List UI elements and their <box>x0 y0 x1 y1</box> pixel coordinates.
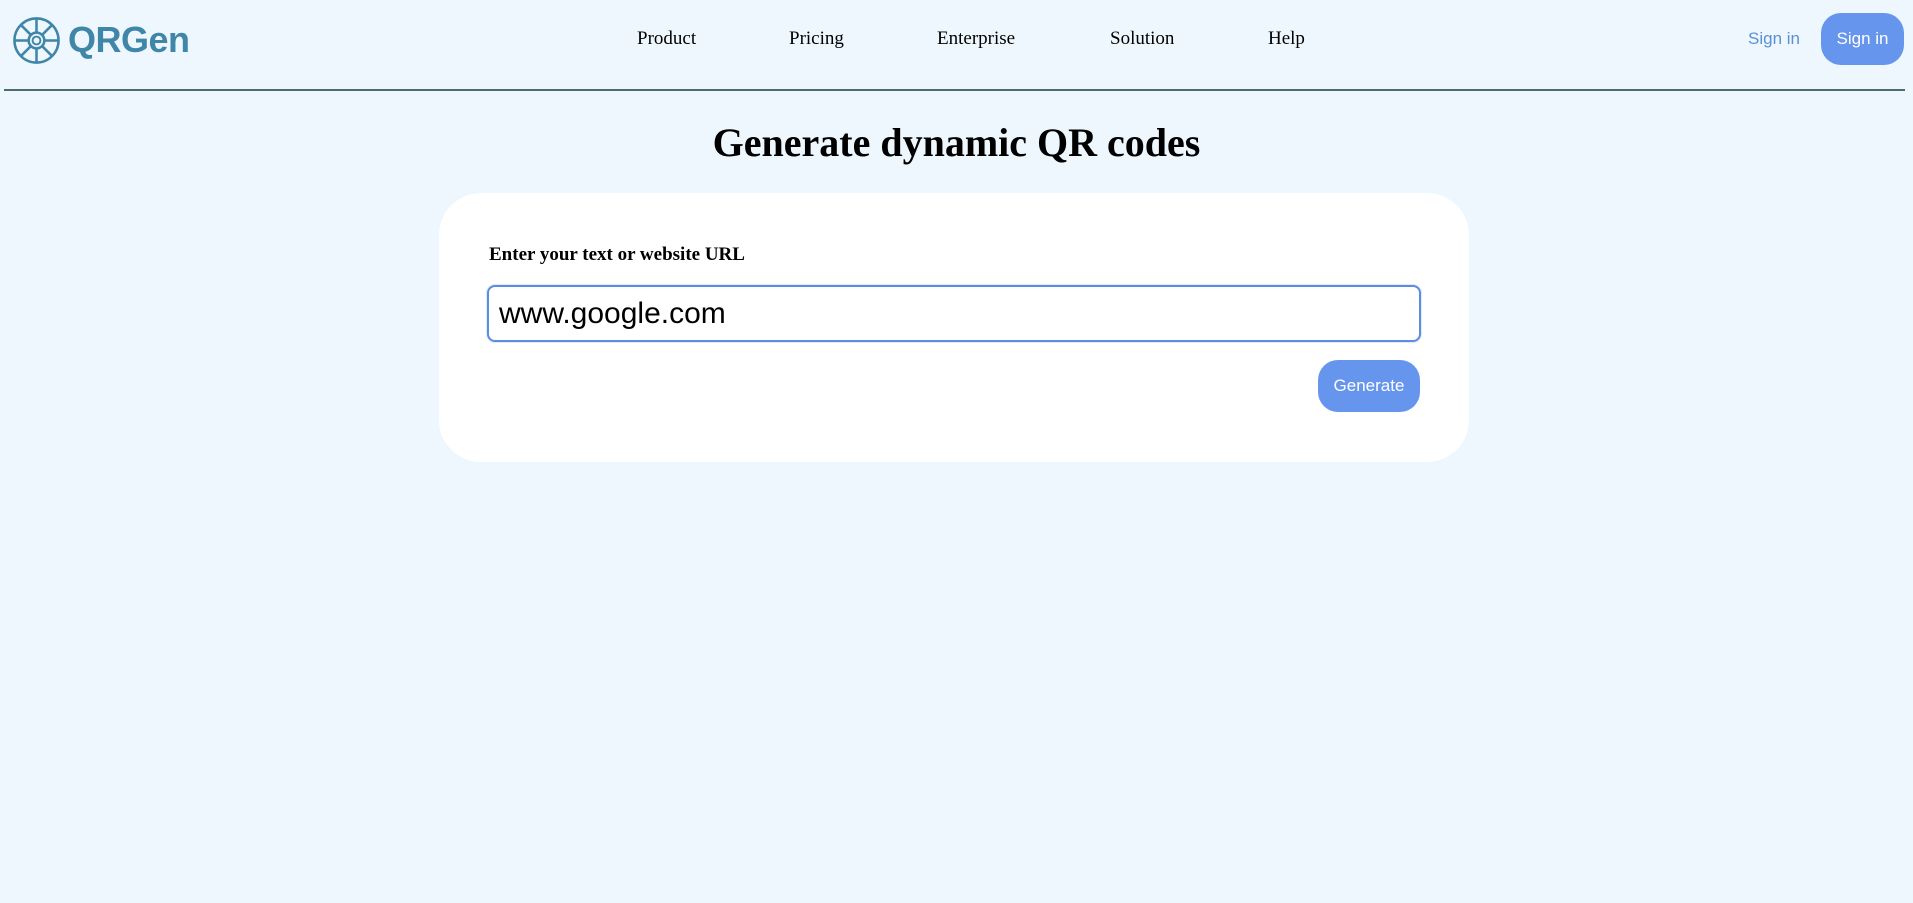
generate-button[interactable]: Generate <box>1318 360 1420 412</box>
qr-form-card: Enter your text or website URL Generate <box>439 193 1469 462</box>
nav-item-product[interactable]: Product <box>637 26 696 52</box>
nav-item-enterprise[interactable]: Enterprise <box>937 26 1015 52</box>
page-title: Generate dynamic QR codes <box>712 120 1201 165</box>
sign-in-link[interactable]: Sign in <box>1748 26 1800 52</box>
header-divider <box>4 89 1905 91</box>
nav-item-help[interactable]: Help <box>1268 26 1305 52</box>
nav-item-pricing[interactable]: Pricing <box>789 26 844 52</box>
sign-in-button[interactable]: Sign in <box>1821 13 1904 65</box>
url-field-label: Enter your text or website URL <box>489 244 745 265</box>
nav-item-solution[interactable]: Solution <box>1110 26 1174 52</box>
site-header: QRGen Product Pricing Enterprise Solutio… <box>0 0 1913 78</box>
main-nav: Product Pricing Enterprise Solution Help <box>0 26 1913 52</box>
url-input[interactable] <box>487 285 1421 342</box>
